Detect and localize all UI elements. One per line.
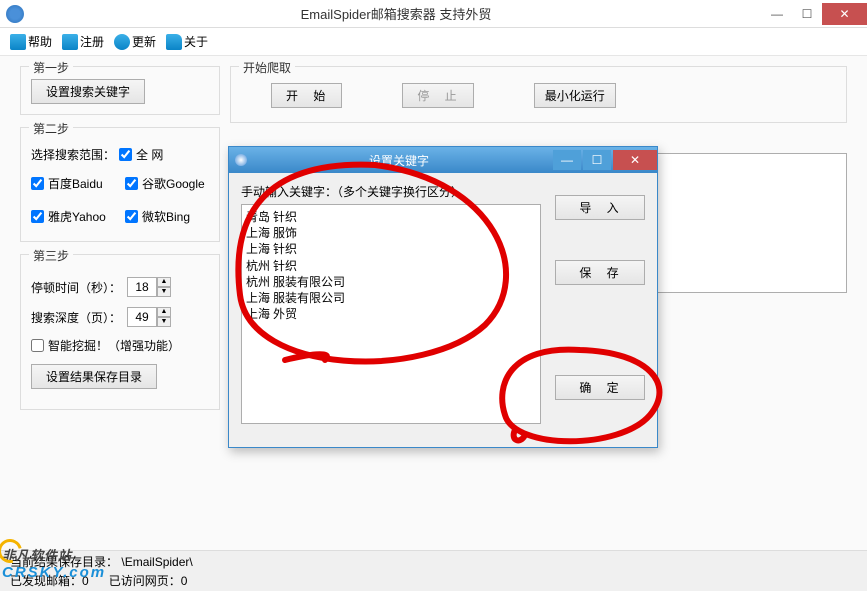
register-button[interactable]: 注册: [62, 33, 104, 50]
smart-checkbox[interactable]: [31, 339, 44, 352]
step1-group: 第一步 设置搜索关键字: [20, 66, 220, 115]
help-label: 帮助: [28, 33, 52, 50]
pause-stepper[interactable]: ▲▼: [127, 277, 171, 297]
start-button[interactable]: 开 始: [271, 83, 342, 108]
path-value: \EmailSpider\: [121, 555, 192, 569]
step3-group: 第三步 停顿时间（秒）： ▲▼ 搜索深度（页）： ▲▼ 智能挖掘！（增强功能）: [20, 254, 220, 410]
smart-label: 智能挖掘！（增强功能）: [48, 337, 180, 354]
dialog-close-button[interactable]: ✕: [613, 150, 657, 170]
update-label: 更新: [132, 33, 156, 50]
depth-stepper[interactable]: ▲▼: [127, 307, 171, 327]
app-icon: [6, 5, 24, 23]
watermark: 非凡软件站 CRSKY.com: [2, 545, 106, 581]
pause-label: 停顿时间（秒）：: [31, 279, 121, 296]
yahoo-item[interactable]: 雅虎Yahoo: [31, 208, 115, 225]
baidu-checkbox[interactable]: [31, 177, 44, 190]
step3-title: 第三步: [29, 247, 73, 264]
crawl-title: 开始爬取: [239, 59, 295, 76]
step2-group: 第二步 选择搜索范围： 全 网 百度Baidu 谷歌Google 雅虎Yahoo…: [20, 127, 220, 242]
import-button[interactable]: 导 入: [555, 195, 645, 220]
keyword-dialog: 设置关键字 — ☐ ✕ 手动输入关键字：（多个关键字换行区分） 导 入 保 存 …: [228, 146, 658, 448]
pause-input[interactable]: [127, 277, 157, 297]
crawl-group: 开始爬取 开 始 停 止 最小化运行: [230, 66, 847, 123]
bing-checkbox[interactable]: [125, 210, 138, 223]
google-item[interactable]: 谷歌Google: [125, 175, 209, 192]
smart-item[interactable]: 智能挖掘！（增强功能）: [31, 337, 209, 354]
about-button[interactable]: 关于: [166, 33, 208, 50]
google-checkbox[interactable]: [125, 177, 138, 190]
register-label: 注册: [80, 33, 104, 50]
minimize-button[interactable]: —: [762, 3, 792, 25]
pause-down[interactable]: ▼: [157, 287, 171, 297]
save-button[interactable]: 保 存: [555, 260, 645, 285]
set-keywords-button[interactable]: 设置搜索关键字: [31, 79, 145, 104]
depth-input[interactable]: [127, 307, 157, 327]
save-dir-button[interactable]: 设置结果保存目录: [31, 364, 157, 389]
minimize-run-button[interactable]: 最小化运行: [534, 83, 616, 108]
update-button[interactable]: 更新: [114, 33, 156, 50]
ok-button[interactable]: 确 定: [555, 375, 645, 400]
toolbar: 帮助 注册 更新 关于: [0, 28, 867, 56]
dialog-minimize-button[interactable]: —: [553, 150, 581, 170]
maximize-button[interactable]: ☐: [792, 3, 822, 25]
dialog-title: 设置关键字: [247, 152, 551, 169]
all-checkbox[interactable]: [119, 148, 132, 161]
bing-item[interactable]: 微软Bing: [125, 208, 209, 225]
statusbar: 当前结果保存目录： \EmailSpider\ 已发现邮箱：0 已访问网页：0: [0, 550, 867, 591]
help-button[interactable]: 帮助: [10, 33, 52, 50]
about-label: 关于: [184, 33, 208, 50]
update-icon: [114, 34, 130, 50]
yahoo-checkbox[interactable]: [31, 210, 44, 223]
stop-button[interactable]: 停 止: [402, 83, 473, 108]
watermark-line2: CRSKY.com: [2, 564, 106, 581]
depth-up[interactable]: ▲: [157, 307, 171, 317]
help-icon: [10, 34, 26, 50]
window-title: EmailSpider邮箱搜索器 支持外贸: [30, 4, 762, 23]
scope-label: 选择搜索范围：: [31, 146, 115, 163]
dialog-icon: [235, 154, 247, 166]
register-icon: [62, 34, 78, 50]
all-label: 全 网: [136, 146, 163, 163]
baidu-item[interactable]: 百度Baidu: [31, 175, 115, 192]
window-titlebar: EmailSpider邮箱搜索器 支持外贸 — ☐ ✕: [0, 0, 867, 28]
depth-label: 搜索深度（页）：: [31, 309, 121, 326]
dialog-label: 手动输入关键字：（多个关键字换行区分）: [241, 183, 541, 200]
visited-count: 0: [181, 574, 188, 588]
step1-title: 第一步: [29, 59, 73, 76]
step2-title: 第二步: [29, 120, 73, 137]
keywords-textarea[interactable]: [241, 204, 541, 424]
depth-down[interactable]: ▼: [157, 317, 171, 327]
dialog-maximize-button[interactable]: ☐: [583, 150, 611, 170]
pause-up[interactable]: ▲: [157, 277, 171, 287]
about-icon: [166, 34, 182, 50]
close-button[interactable]: ✕: [822, 3, 867, 25]
dialog-titlebar[interactable]: 设置关键字 — ☐ ✕: [229, 147, 657, 173]
